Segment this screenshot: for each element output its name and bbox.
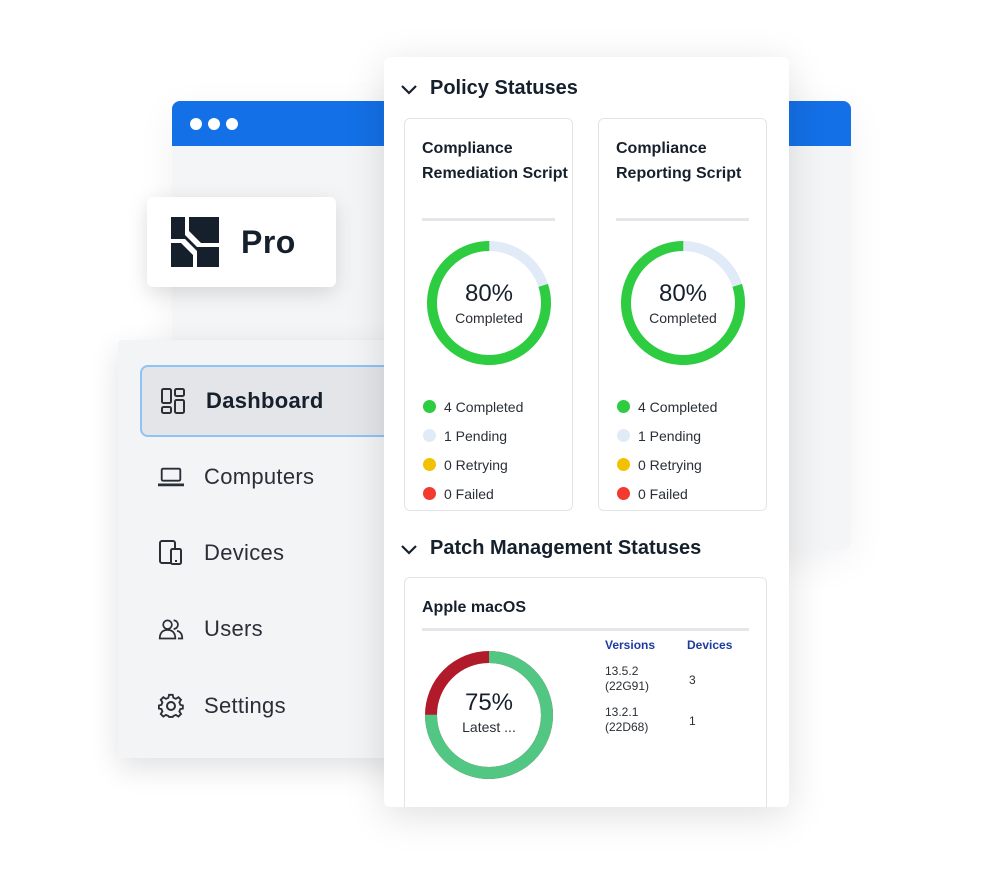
status-legend: 4 Completed 1 Pending 0 Retrying 0 Faile…: [617, 392, 717, 508]
window-dot-icon: [208, 118, 220, 130]
legend-item-completed: 4 Completed: [617, 392, 717, 421]
window-dot-icon: [190, 118, 202, 130]
pending-dot-icon: [423, 429, 436, 442]
card-divider: [616, 218, 749, 221]
gear-icon: [158, 693, 184, 719]
legend-label: 4 Completed: [638, 398, 718, 415]
dashboard-panel: Policy Statuses Compliance Remediation S…: [384, 57, 789, 807]
chevron-down-icon[interactable]: [400, 80, 418, 98]
version-number: 13.2.1: [605, 705, 639, 719]
legend-label: 0 Retrying: [638, 456, 702, 473]
donut-percent: 75%: [464, 689, 514, 716]
sidebar-item-devices[interactable]: Devices: [140, 517, 400, 589]
patch-statuses-header[interactable]: Patch Management Statuses: [400, 537, 701, 560]
card-divider: [422, 628, 749, 631]
policy-card-reporting: Compliance Reporting Script 80% Complete…: [598, 118, 767, 511]
sidebar-item-label: Dashboard: [206, 388, 324, 413]
policy-card-remediation: Compliance Remediation Script 80% Comple…: [404, 118, 573, 511]
users-icon: [158, 616, 184, 642]
legend-label: 0 Failed: [444, 485, 494, 502]
sidebar-item-computers[interactable]: Computers: [140, 441, 400, 513]
devices-icon: [158, 540, 184, 566]
donut-center-label: 80% Completed: [623, 280, 743, 328]
sidebar-item-settings[interactable]: Settings: [140, 670, 400, 742]
version-build: (22G91): [605, 679, 650, 693]
legend-label: 0 Retrying: [444, 456, 508, 473]
sidebar-item-label: Users: [204, 616, 263, 641]
donut-percent: 80%: [464, 280, 514, 307]
legend-label: 4 Completed: [444, 398, 524, 415]
legend-item-retrying: 0 Retrying: [423, 450, 523, 479]
retrying-dot-icon: [423, 458, 436, 471]
pending-dot-icon: [617, 429, 630, 442]
legend-label: 0 Failed: [638, 485, 688, 502]
sidebar-item-label: Devices: [204, 540, 285, 565]
donut-sublabel: Completed: [649, 310, 717, 326]
legend-item-pending: 1 Pending: [423, 421, 523, 450]
table-row-version: 13.5.2 (22G91): [605, 664, 649, 694]
table-cell-devices: 3: [689, 673, 696, 687]
section-title: Patch Management Statuses: [430, 537, 702, 559]
version-number: 13.5.2: [605, 664, 639, 678]
table-cell-devices: 1: [689, 714, 696, 728]
legend-item-pending: 1 Pending: [617, 421, 717, 450]
brand-logo-card: Pro: [147, 197, 336, 287]
dashboard-grid-icon: [160, 388, 186, 414]
legend-item-completed: 4 Completed: [423, 392, 523, 421]
column-header-versions: Versions: [605, 638, 656, 652]
donut-center-label: 75% Latest ...: [429, 689, 549, 737]
version-build: (22D68): [605, 720, 649, 734]
table-row-version: 13.2.1 (22D68): [605, 705, 648, 735]
legend-item-failed: 0 Failed: [617, 479, 717, 508]
card-title: Compliance Reporting Script: [616, 140, 742, 182]
donut-sublabel: Completed: [455, 310, 523, 326]
policy-statuses-header[interactable]: Policy Statuses: [400, 77, 578, 100]
sidebar-item-label: Computers: [204, 464, 315, 489]
legend-label: 1 Pending: [444, 427, 508, 444]
sidebar-item-dashboard[interactable]: Dashboard: [140, 365, 400, 437]
donut-percent: 80%: [658, 280, 708, 307]
failed-dot-icon: [423, 487, 436, 500]
section-title: Policy Statuses: [430, 77, 578, 99]
sidebar-item-users[interactable]: Users: [140, 593, 400, 665]
chevron-down-icon[interactable]: [400, 540, 418, 558]
retrying-dot-icon: [617, 458, 630, 471]
brand-logo-icon: [171, 217, 219, 267]
laptop-icon: [158, 464, 184, 490]
sidebar: Dashboard Computers Devices Users Settin…: [118, 340, 408, 758]
donut-sublabel: Latest ...: [462, 719, 516, 735]
card-title: Apple macOS: [422, 599, 527, 616]
legend-item-retrying: 0 Retrying: [617, 450, 717, 479]
patch-card-macos: Apple macOS 75% Latest ... Versions Devi…: [404, 577, 767, 807]
legend-label: 1 Pending: [638, 427, 702, 444]
completed-dot-icon: [423, 400, 436, 413]
failed-dot-icon: [617, 487, 630, 500]
completed-dot-icon: [617, 400, 630, 413]
card-divider: [422, 218, 555, 221]
status-legend: 4 Completed 1 Pending 0 Retrying 0 Faile…: [423, 392, 523, 508]
legend-item-failed: 0 Failed: [423, 479, 523, 508]
donut-center-label: 80% Completed: [429, 280, 549, 328]
card-title: Compliance Remediation Script: [422, 140, 568, 182]
brand-name: Pro: [241, 223, 296, 260]
window-dot-icon: [226, 118, 238, 130]
sidebar-item-label: Settings: [204, 693, 286, 718]
column-header-devices: Devices: [687, 638, 733, 652]
